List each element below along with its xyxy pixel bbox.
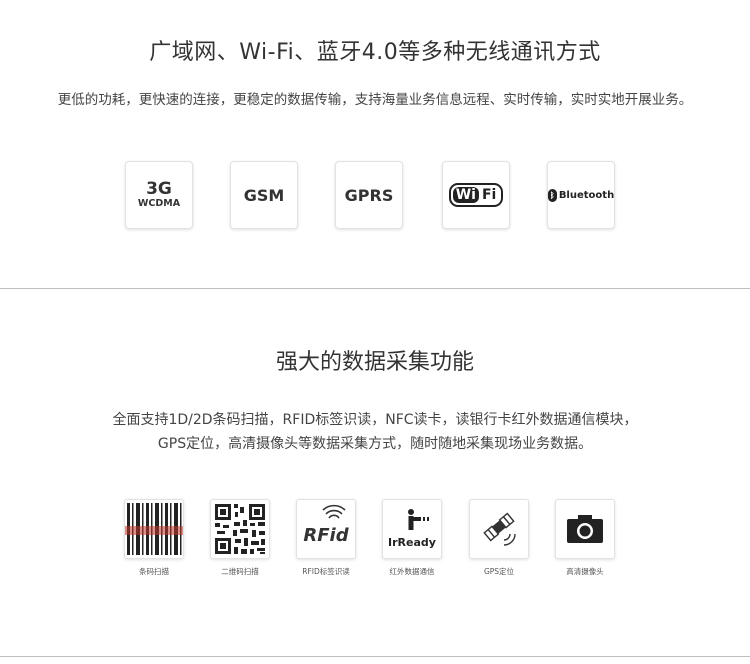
card-camera — [555, 499, 615, 559]
card-bluetooth: ᛒ Bluetooth — [547, 161, 615, 229]
card-barcode — [124, 499, 184, 559]
caption-camera: 高清摄像头 — [566, 567, 604, 576]
caption-qrcode: 二维码扫描 — [221, 567, 259, 576]
irready-text: IrReady — [388, 536, 436, 549]
caption-barcode: 条码扫描 — [139, 567, 169, 576]
caption-rfid: RFID标签识读 — [302, 567, 350, 576]
card-3g-label: 3G — [146, 179, 172, 199]
wifi-logo-right: Fi — [481, 187, 497, 203]
bluetooth-logo: ᛒ Bluetooth — [547, 188, 615, 202]
wifi-logo-icon: Wi Fi — [448, 183, 504, 207]
card-qrcode — [210, 499, 270, 559]
rfid-icon: RFid — [303, 504, 350, 546]
card-gprs: GPRS — [335, 161, 403, 229]
card-gps — [469, 499, 529, 559]
card-gsm: GSM — [230, 161, 298, 229]
wifi-logo-left: Wi — [452, 187, 479, 203]
card-wifi: Wi Fi — [442, 161, 510, 229]
card-irready: IrReady — [382, 499, 442, 559]
wireless-title: 广域网、Wi-Fi、蓝牙4.0等多种无线通讯方式 — [149, 40, 601, 65]
caption-irready: 红外数据通信 — [389, 567, 435, 576]
card-3g-wcdma: 3G WCDMA — [125, 161, 193, 229]
card-gsm-label: GSM — [243, 185, 285, 205]
qr-code-icon — [215, 504, 265, 554]
satellite-icon — [483, 512, 516, 546]
data-capture-title: 强大的数据采集功能 — [275, 350, 474, 375]
data-capture-line2: GPS定位，高清摄像头等数据采集方式，随时随地采集现场业务数据。 — [157, 436, 593, 452]
wireless-subtitle: 更低的功耗，更快速的连接，更稳定的数据传输，支持海量业务信息远程、实时传输，实时… — [57, 92, 693, 108]
rfid-text: RFid — [303, 525, 349, 546]
camera-icon — [567, 515, 603, 543]
bluetooth-icon: ᛒ — [547, 188, 557, 202]
infrared-icon: IrReady — [388, 509, 436, 549]
caption-gps: GPS定位 — [483, 567, 515, 576]
bottom-divider — [0, 656, 750, 657]
section-divider — [0, 288, 750, 289]
card-rfid: RFid — [296, 499, 356, 559]
barcode-icon — [125, 503, 183, 555]
bluetooth-label: Bluetooth — [558, 189, 615, 201]
data-capture-line1: 全面支持1D/2D条码扫描，RFID标签识读，NFC读卡，读银行卡红外数据通信模… — [112, 412, 638, 428]
card-wcdma-label: WCDMA — [137, 198, 181, 209]
card-gprs-label: GPRS — [344, 185, 394, 205]
